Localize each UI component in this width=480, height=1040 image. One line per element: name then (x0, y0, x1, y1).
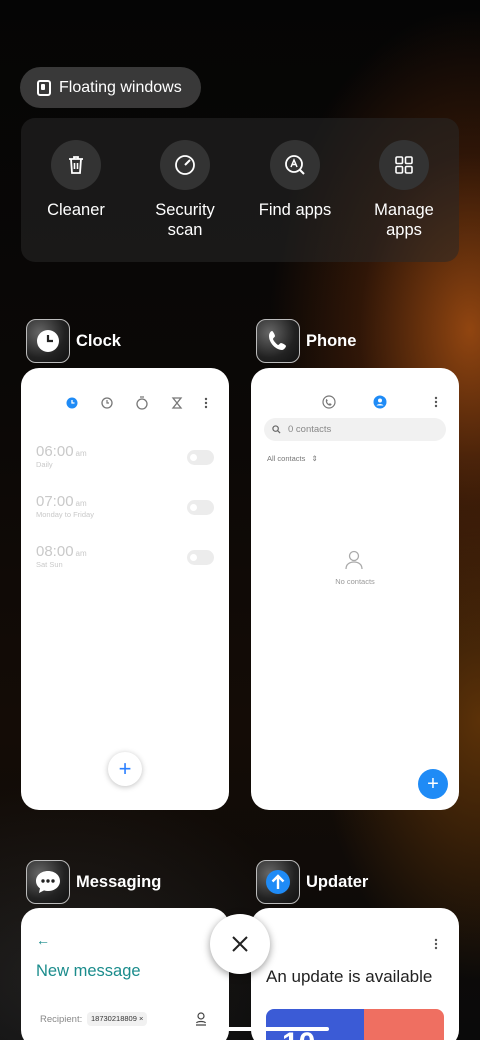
clock-recent-card[interactable]: 06:00 am Daily 07:00 am Monday to Friday 0… (21, 368, 229, 810)
messaging-header[interactable]: Messaging (26, 860, 161, 904)
floating-windows-button[interactable]: Floating windows (20, 67, 201, 108)
updater-recent-card[interactable]: An update is available 10 (251, 908, 459, 1040)
manage-apps-label-line2: apps (386, 221, 422, 239)
updater-header[interactable]: Updater (256, 860, 368, 904)
phone-recent-card[interactable]: 0 contacts All contacts ⇕ No contacts + (251, 368, 459, 810)
messaging-app-icon (26, 860, 70, 904)
back-arrow-icon[interactable]: ← (36, 932, 50, 948)
updown-chevron-icon: ⇕ (311, 454, 318, 463)
cleaner-button[interactable]: Cleaner (21, 140, 131, 220)
manage-apps-label-line1: Manage (374, 201, 434, 219)
updater-app-icon (256, 860, 300, 904)
alarm-time-1: 06:00 am (36, 443, 87, 460)
manage-apps-button[interactable]: Manage apps (349, 140, 459, 240)
no-contacts-text: No contacts (335, 577, 375, 586)
updater-app-name: Updater (306, 872, 369, 891)
find-apps-button[interactable]: Find apps (240, 140, 350, 220)
alarm-repeat-1: Daily (36, 460, 53, 469)
alarm-toggle-1[interactable] (187, 450, 214, 465)
alarm-repeat-3: Sat Sun (36, 560, 63, 569)
quick-actions-panel: Cleaner Security scan Find apps Manage a… (21, 118, 459, 262)
add-alarm-button[interactable]: + (108, 752, 142, 786)
recipient-label: Recipient: (40, 1014, 83, 1025)
grid-icon (379, 140, 429, 190)
floating-windows-label: Floating windows (59, 78, 182, 96)
floating-window-icon (37, 79, 51, 96)
phone-app-name: Phone (306, 331, 357, 350)
phone-tab-icons (322, 395, 438, 409)
alarm-repeat-2: Monday to Friday (36, 510, 94, 519)
recipient-chip[interactable]: 18730218809 × (87, 1012, 148, 1026)
clock-tab-icons (66, 396, 208, 410)
clock-app-icon (26, 319, 70, 363)
messaging-recent-card[interactable]: ← New message Recipient: 18730218809 × (21, 908, 229, 1040)
trash-icon (51, 140, 101, 190)
more-options-icon[interactable] (433, 937, 439, 951)
home-indicator[interactable] (151, 1027, 329, 1031)
alarm-toggle-2[interactable] (187, 500, 214, 515)
security-scan-label-line2: scan (167, 221, 203, 239)
update-available-text: An update is available (266, 967, 433, 986)
person-icon (345, 550, 363, 570)
contacts-search-input[interactable]: 0 contacts (264, 418, 446, 441)
security-scan-icon (160, 140, 210, 190)
clear-all-button[interactable] (210, 914, 270, 974)
alarm-time-3: 08:00 am (36, 543, 87, 560)
close-icon (232, 936, 248, 952)
clock-header[interactable]: Clock (26, 319, 121, 363)
contact-picker-icon[interactable] (195, 1012, 207, 1026)
find-apps-icon (270, 140, 320, 190)
alarm-toggle-3[interactable] (187, 550, 214, 565)
contacts-search-placeholder: 0 contacts (288, 424, 332, 435)
add-contact-button[interactable]: + (418, 769, 448, 799)
phone-header[interactable]: Phone (256, 319, 356, 363)
phone-app-icon (256, 319, 300, 363)
clock-app-name: Clock (76, 331, 121, 350)
contacts-filter-label: All contacts (267, 454, 306, 463)
update-banner-image: 10 (266, 1009, 444, 1040)
security-scan-button[interactable]: Security scan (130, 140, 240, 240)
messaging-app-name: Messaging (76, 872, 162, 891)
security-scan-label-line1: Security (155, 201, 215, 219)
contacts-filter-dropdown[interactable]: All contacts ⇕ (267, 454, 318, 463)
find-apps-label: Find apps (258, 201, 332, 219)
cleaner-label: Cleaner (47, 201, 105, 219)
search-icon (272, 425, 281, 434)
new-message-title: New message (36, 962, 141, 980)
alarm-time-2: 07:00 am (36, 493, 87, 510)
